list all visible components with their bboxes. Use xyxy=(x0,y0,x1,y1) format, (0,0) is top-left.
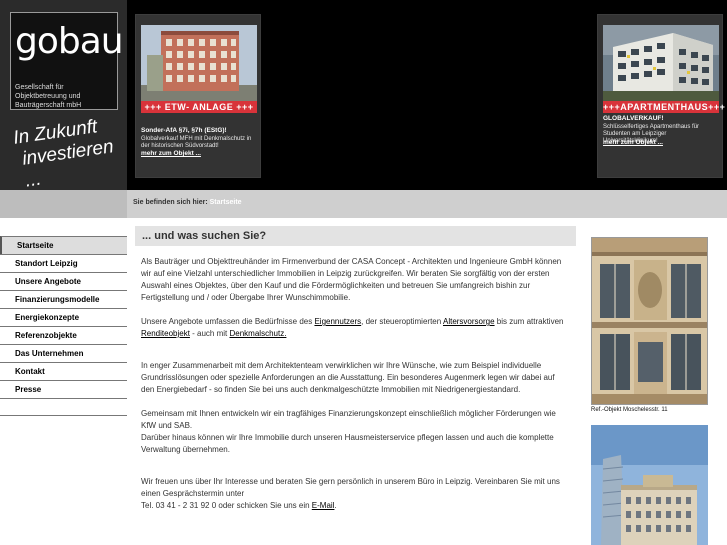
nav-item-energiekonzepte[interactable]: Energiekonzepte xyxy=(0,308,127,326)
reference-photo-facade xyxy=(591,237,708,405)
breadcrumb-side-panel xyxy=(0,190,127,218)
contact-paragraph: Wir freuen uns über Ihr Interesse und be… xyxy=(135,476,576,512)
phone-text: Tel. 03 41 - 2 31 92 0 oder schicken Sie… xyxy=(141,501,312,510)
page-title: ... und was suchen Sie? xyxy=(135,226,576,246)
breadcrumb: Sie befinden sich hier: Startseite xyxy=(133,199,242,206)
main-content: ... und was suchen Sie? Als Bauträger un… xyxy=(135,226,576,512)
offer-band: +++ ETW- ANLAGE +++ xyxy=(141,101,257,113)
slogan: In Zukunft investieren ... xyxy=(12,112,135,193)
breadcrumb-bar: Sie befinden sich hier: Startseite xyxy=(0,190,727,218)
text: . xyxy=(334,501,337,510)
link-renditeobjekt[interactable]: Renditeobjekt xyxy=(141,329,190,338)
link-email[interactable]: E-Mail xyxy=(312,501,335,510)
company-logo[interactable]: gobau Gesellschaft für Objektbetreuung u… xyxy=(10,12,124,110)
nav-item-standort-leipzig[interactable]: Standort Leipzig xyxy=(0,254,127,272)
text: bis zum attraktiven xyxy=(494,317,564,326)
nav-item-kontakt[interactable]: Kontakt xyxy=(0,362,127,380)
offer-title: GLOBALVERKAUF! xyxy=(603,115,664,122)
text: Wir freuen uns über Ihr Interesse und be… xyxy=(141,477,560,498)
breadcrumb-current-link[interactable]: Startseite xyxy=(210,199,242,206)
offer-band: +++APARTMENTHAUS+++ xyxy=(603,101,726,113)
offer-description: Globalverkauf MFH mit Denkmalschutz in d… xyxy=(141,136,252,149)
nav-item-presse[interactable]: Presse xyxy=(0,380,127,398)
offer-more-link[interactable]: mehr zum Objekt ... xyxy=(141,150,259,157)
main-navigation: Startseite Standort Leipzig Unsere Angeb… xyxy=(0,236,127,416)
logo-subline: Gesellschaft für Objektbetreuung und Bau… xyxy=(15,84,82,109)
financing-paragraph: Gemeinsam mit Ihnen entwickeln wir ein t… xyxy=(141,409,556,430)
link-eigennutzer[interactable]: Eigennutzers xyxy=(314,317,361,326)
reference-photo-skyline xyxy=(591,425,708,545)
offer-teaser-etw: +++ ETW- ANLAGE +++ Sonder-AfA §7i, §7h … xyxy=(135,14,261,178)
nav-item-finanzierungsmodelle[interactable]: Finanzierungsmodelle xyxy=(0,290,127,308)
reference-caption: Ref.-Objekt Moschelesstr. 11 xyxy=(591,407,668,413)
text: , der steueroptimierten xyxy=(361,317,443,326)
offer-photo-apartment-building[interactable] xyxy=(603,25,719,101)
nav-item-unsere-angebote[interactable]: Unsere Angebote xyxy=(0,272,127,290)
intro-paragraph: Als Bauträger und Objekttreuhänder im Fi… xyxy=(141,257,562,302)
offer-title: Sonder-AfA §7i, §7h (EStG)! xyxy=(141,127,227,134)
link-denkmalschutz[interactable]: Denkmalschutz. xyxy=(230,329,287,338)
offer-photo-historic-building[interactable] xyxy=(141,25,257,101)
offer-more-link[interactable]: mehr zum Objekt ... xyxy=(603,139,721,146)
link-altersvorsorge[interactable]: Altersvorsorge xyxy=(443,317,495,326)
text: - auch mit xyxy=(189,329,230,338)
logo-wordmark: gobau xyxy=(15,21,124,62)
brand-column: gobau Gesellschaft für Objektbetreuung u… xyxy=(0,0,127,192)
service-paragraph: Darüber hinaus können wir Ihre Immobilie… xyxy=(141,433,554,454)
nav-item-startseite[interactable]: Startseite xyxy=(0,236,127,254)
text: Unsere Angebote umfassen die Bedürfnisse… xyxy=(141,317,315,326)
offer-teaser-apartmenthaus: +++APARTMENTHAUS+++ GLOBALVERKAUF! Schlü… xyxy=(597,14,726,178)
offers-paragraph: Unsere Angebote umfassen die Bedürfnisse… xyxy=(135,316,576,340)
architecture-paragraph: In enger Zusammenarbeit mit dem Architek… xyxy=(141,361,555,394)
nav-divider xyxy=(0,398,127,416)
page-header: gobau Gesellschaft für Objektbetreuung u… xyxy=(0,0,727,192)
breadcrumb-label: Sie befinden sich hier: xyxy=(133,199,208,206)
nav-item-das-unternehmen[interactable]: Das Unternehmen xyxy=(0,344,127,362)
nav-item-referenzobjekte[interactable]: Referenzobjekte xyxy=(0,326,127,344)
